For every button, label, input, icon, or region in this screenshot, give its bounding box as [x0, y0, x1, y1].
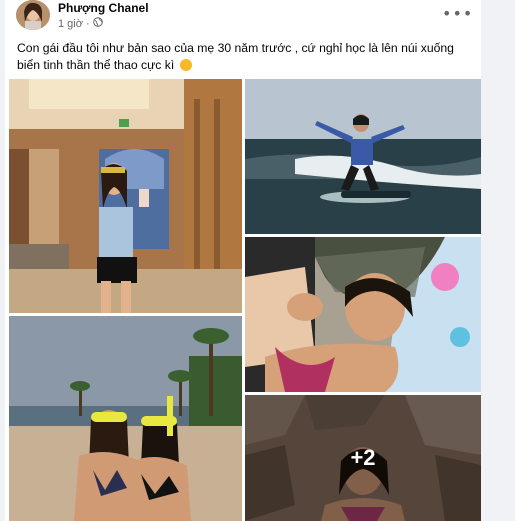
- more-options-icon[interactable]: •••: [442, 4, 472, 24]
- post-time[interactable]: 1 giờ: [58, 18, 83, 30]
- smiling-cat-emoji: [179, 59, 192, 71]
- photo-mirror-selfie[interactable]: [9, 79, 242, 313]
- caption-text: Con gái đầu tôi như bản sao của mẹ 30 nă…: [17, 41, 454, 72]
- more-photos-overlay[interactable]: +2: [245, 395, 481, 521]
- post-card: Phượng Chanel 1 giờ · ••• Con gái đầu tô…: [5, 0, 481, 521]
- globe-icon[interactable]: [92, 17, 103, 30]
- author-avatar[interactable]: [16, 0, 50, 30]
- photo-surfing[interactable]: [245, 79, 481, 234]
- photo-beach-snorkel[interactable]: [9, 316, 242, 521]
- post-header: Phượng Chanel 1 giờ · •••: [5, 0, 481, 36]
- photo-lying-selfie[interactable]: [245, 237, 481, 392]
- post-caption: Con gái đầu tôi như bản sao của mẹ 30 nă…: [17, 40, 469, 74]
- photo-rock-selfie[interactable]: +2: [245, 395, 481, 521]
- post-meta: 1 giờ ·: [58, 17, 103, 30]
- author-name[interactable]: Phượng Chanel: [58, 1, 149, 15]
